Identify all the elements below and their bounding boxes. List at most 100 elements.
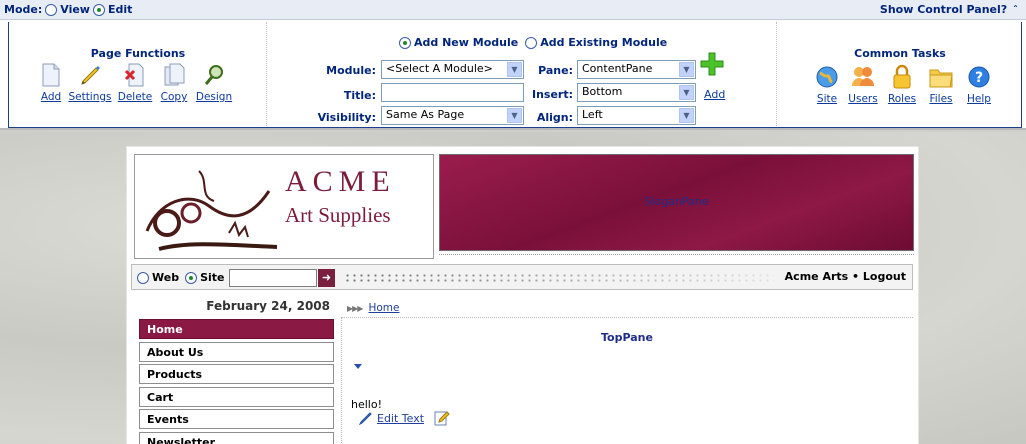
module-section: Add New Module Add Existing Module Modul… <box>267 22 777 126</box>
add-new-module-radio[interactable] <box>399 36 411 49</box>
settings-label[interactable]: Settings <box>68 91 111 103</box>
show-control-panel-toggle[interactable]: Show Control Panel? ˆ <box>880 3 1018 16</box>
collapse-chevron-icon[interactable]: ˆ <box>1013 5 1018 16</box>
nav-item-products[interactable]: Products <box>139 364 334 384</box>
add-new-module-label[interactable]: Add New Module <box>414 36 518 49</box>
visibility-label: Visibility: <box>317 111 376 124</box>
copy-page-label[interactable]: Copy <box>161 91 188 103</box>
decorative-dots-fade <box>344 269 774 287</box>
show-control-panel-label[interactable]: Show Control Panel? <box>880 3 1007 16</box>
insert-select[interactable]: Bottom ▼ <box>577 83 696 102</box>
settings-pencil-icon[interactable] <box>78 62 102 88</box>
help-label[interactable]: Help <box>967 93 991 105</box>
user-separator: • <box>852 270 860 283</box>
control-panel: Mode: View Edit Show Control Panel? ˆ Pa… <box>0 0 1026 130</box>
mode-selector: Mode: View Edit <box>4 3 132 16</box>
delete-page-icon[interactable] <box>123 62 147 88</box>
floral-ornament-icon <box>145 170 278 251</box>
files-label[interactable]: Files <box>929 93 952 105</box>
add-page-icon[interactable] <box>39 62 63 88</box>
files-button[interactable]: Files <box>927 64 955 105</box>
add-page-button[interactable]: Add <box>38 62 64 103</box>
roles-button[interactable]: Roles <box>887 64 917 105</box>
align-select-value: Left <box>582 108 603 121</box>
chevron-down-icon[interactable]: ▼ <box>507 108 522 123</box>
nav-item-events[interactable]: Events <box>139 409 334 429</box>
module-menu-arrow-icon[interactable] <box>354 364 362 369</box>
nav-item-cart[interactable]: Cart <box>139 386 334 407</box>
mode-view-radio[interactable] <box>45 3 58 16</box>
help-button[interactable]: ? Help <box>965 64 993 105</box>
help-icon[interactable]: ? <box>967 64 991 90</box>
mode-edit-radio[interactable] <box>92 3 105 16</box>
chevron-down-icon[interactable]: ▼ <box>679 85 694 100</box>
visibility-select[interactable]: Same As Page ▼ <box>381 106 524 125</box>
users-icon[interactable] <box>851 64 875 90</box>
chevron-down-icon[interactable]: ▼ <box>507 62 522 77</box>
copy-page-button[interactable]: Copy <box>158 62 190 103</box>
title-input[interactable] <box>381 83 524 102</box>
search-go-arrow-icon[interactable]: ➜ <box>318 269 335 287</box>
mode-edit-label[interactable]: Edit <box>108 3 132 16</box>
search-web-radio[interactable] <box>137 271 149 284</box>
add-module-plus-icon[interactable] <box>700 52 724 76</box>
nav-item-about-us[interactable]: About Us <box>139 341 334 362</box>
align-select[interactable]: Left ▼ <box>577 106 696 125</box>
nav-item-home[interactable]: Home <box>139 319 334 339</box>
page-functions-title: Page Functions <box>90 47 186 60</box>
settings-button[interactable]: Settings <box>68 62 112 103</box>
add-existing-module-label[interactable]: Add Existing Module <box>540 36 667 49</box>
visibility-select-value: Same As Page <box>386 108 465 121</box>
add-existing-module-radio[interactable] <box>525 36 538 49</box>
insert-label: Insert: <box>531 88 573 101</box>
mode-view-label[interactable]: View <box>60 3 90 16</box>
site-globe-icon[interactable] <box>815 64 839 90</box>
edit-pencil-icon[interactable] <box>359 411 373 425</box>
logo-subtitle: Art Supplies <box>285 203 391 227</box>
search-site-label[interactable]: Site <box>200 271 224 284</box>
site-button[interactable]: Site <box>815 64 839 105</box>
breadcrumb-home-link[interactable]: Home <box>368 302 399 314</box>
user-name-link[interactable]: Acme Arts <box>785 270 849 283</box>
search-input[interactable] <box>229 269 317 287</box>
module-mode-selector: Add New Module Add Existing Module <box>399 36 667 49</box>
nav-item-newsletter[interactable]: Newsletter <box>139 431 334 444</box>
roles-lock-icon[interactable] <box>890 64 914 90</box>
add-page-label[interactable]: Add <box>41 91 61 103</box>
slogan-pane-label: SloganPane <box>644 195 709 208</box>
common-tasks-title: Common Tasks <box>854 47 946 60</box>
insert-select-value: Bottom <box>582 85 623 98</box>
top-pane-label: TopPane <box>601 331 653 344</box>
design-label[interactable]: Design <box>196 91 232 103</box>
site-logo[interactable]: ACME Art Supplies <box>134 154 434 259</box>
files-folder-icon[interactable] <box>929 64 953 90</box>
design-button[interactable]: Design <box>194 62 234 103</box>
site-skin: ACME Art Supplies SloganPane Web Site ➜ … <box>126 146 919 444</box>
design-magnifier-icon[interactable] <box>202 62 226 88</box>
control-panel-body: Page Functions Add Settings Delete Copy <box>8 22 1022 128</box>
chevron-down-icon[interactable]: ▼ <box>679 108 694 123</box>
pane-select[interactable]: ContentPane ▼ <box>577 60 696 79</box>
users-label[interactable]: Users <box>848 93 877 105</box>
search-site-radio[interactable] <box>185 271 198 284</box>
content-divider <box>341 317 913 318</box>
module-label: Module: <box>326 64 376 77</box>
edit-content-icon[interactable] <box>434 410 450 426</box>
users-button[interactable]: Users <box>848 64 878 105</box>
search-web-label[interactable]: Web <box>152 271 179 284</box>
site-label[interactable]: Site <box>817 93 837 105</box>
common-tasks-section: Common Tasks Site Users Roles Files ? He… <box>777 22 1023 126</box>
module-select[interactable]: <Select A Module> ▼ <box>381 60 524 79</box>
common-tasks-icons: Site Users Roles Files ? Help <box>815 64 993 105</box>
delete-page-label[interactable]: Delete <box>118 91 153 103</box>
current-date: February 24, 2008 <box>206 299 330 313</box>
edit-text-link[interactable]: Edit Text <box>377 412 424 425</box>
slogan-pane: SloganPane <box>439 154 914 251</box>
logout-link[interactable]: Logout <box>863 270 906 283</box>
add-module-link[interactable]: Add <box>704 88 725 101</box>
delete-page-button[interactable]: Delete <box>116 62 154 103</box>
roles-label[interactable]: Roles <box>888 93 916 105</box>
copy-page-icon[interactable] <box>162 62 186 88</box>
user-links: Acme Arts • Logout <box>785 270 906 283</box>
chevron-down-icon[interactable]: ▼ <box>679 62 694 77</box>
